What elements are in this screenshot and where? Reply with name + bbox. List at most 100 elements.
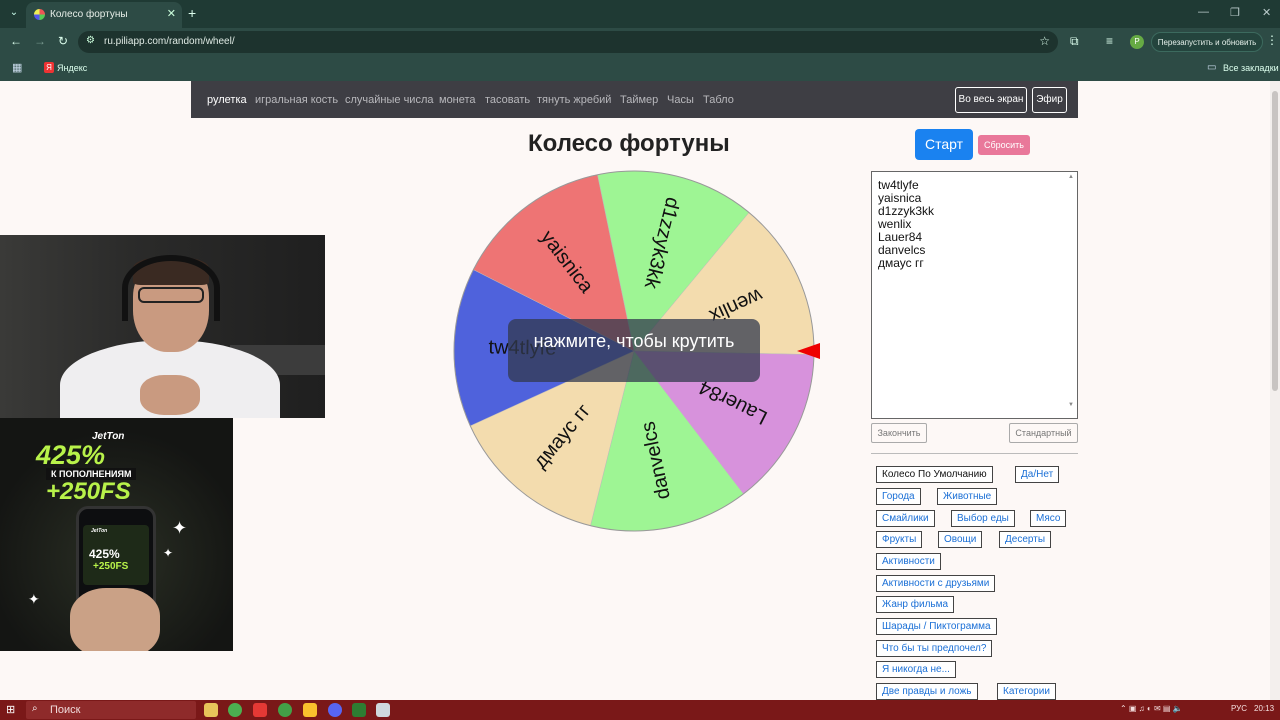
scroll-up-icon[interactable]: ▲ [1068, 174, 1074, 180]
profile-avatar[interactable]: P [1130, 35, 1144, 49]
preset-desserts[interactable]: Десерты [999, 531, 1052, 548]
app-icon[interactable] [253, 703, 267, 717]
tab-search-menu-icon[interactable]: ⌄ [6, 5, 22, 21]
language-indicator[interactable]: РУС [1231, 704, 1247, 713]
fullscreen-button[interactable]: Во весь экран [955, 87, 1027, 113]
preset-activities[interactable]: Активности [876, 553, 941, 570]
ad-banner: JetTon 425% К ПОПОЛНЕНИЯМ +250FS ✦ ✦ ✦ J… [0, 418, 233, 651]
standard-button[interactable]: Стандартный [1009, 423, 1078, 443]
scroll-down-icon[interactable]: ▼ [1068, 402, 1074, 408]
app-icon[interactable] [303, 703, 317, 717]
webcam-overlay [0, 235, 325, 418]
preset-vegetables[interactable]: Овощи [938, 531, 983, 548]
url-text[interactable]: ru.piliapp.com/random/wheel/ [104, 36, 235, 47]
ad-bonus: +250FS [46, 478, 131, 505]
all-bookmarks[interactable]: Все закладки [1223, 63, 1279, 73]
preset-categories[interactable]: Категории [997, 683, 1056, 700]
nav-link-dice[interactable]: игральная кость [255, 94, 338, 106]
live-button[interactable]: Эфир [1032, 87, 1067, 113]
nav-link-random-numbers[interactable]: случайные числа [345, 94, 433, 106]
search-icon: ⌕ [32, 703, 38, 714]
preset-activities-friends[interactable]: Активности с друзьями [876, 575, 996, 592]
taskbar: ⊞ ⌕ Поиск ⌃ ▣ ♫ ◐ ✉ ▤ 🔈 РУС 20:13 [0, 700, 1280, 720]
browser-menu-icon[interactable]: ⋮ [1266, 33, 1278, 47]
names-textarea[interactable]: tw4tlyfe yaisnica d1zzyk3kk wenlix Lauer… [871, 171, 1078, 419]
preset-default-wheel[interactable]: Колесо По Умолчанию [876, 466, 993, 483]
tab-close-icon[interactable]: ✕ [167, 7, 176, 20]
app-icon[interactable] [352, 703, 366, 717]
app-icon[interactable] [376, 703, 390, 717]
nav-link-roulette[interactable]: рулетка [207, 94, 247, 106]
extensions-icon[interactable]: ⧉ [1070, 34, 1079, 49]
back-icon[interactable]: ← [10, 34, 22, 48]
names-text[interactable]: tw4tlyfe yaisnica d1zzyk3kk wenlix Lauer… [878, 179, 934, 270]
nav-link-draw-lots[interactable]: тянуть жребий [537, 94, 611, 106]
forward-icon[interactable]: → [34, 34, 46, 48]
preset-yes-no[interactable]: Да/Нет [1015, 466, 1060, 483]
nav-link-clock[interactable]: Часы [667, 94, 694, 106]
reset-button[interactable]: Сбросить [978, 135, 1030, 155]
sparkle-icon: ✦ [163, 546, 174, 560]
reading-list-icon[interactable]: ≡ [1106, 34, 1113, 48]
reload-icon[interactable]: ↻ [58, 34, 68, 48]
ad-headline: 425% [36, 440, 106, 470]
tray-icons[interactable]: ⌃ ▣ ♫ ◐ ✉ ▤ 🔈 [1120, 704, 1183, 713]
apps-grid-icon[interactable]: ▦ [12, 61, 22, 74]
scrollbar-thumb[interactable] [1272, 91, 1278, 391]
browser-tabbar: ⌄ Колесо фортуны ✕ + — ❐ ✕ [0, 0, 1280, 28]
preset-meat[interactable]: Мясо [1030, 510, 1067, 527]
new-tab-icon[interactable]: + [188, 5, 196, 21]
tab-title: Колесо фортуны [50, 9, 128, 20]
nav-link-scoreboard[interactable]: Табло [703, 94, 734, 106]
taskbar-clock[interactable]: 20:13 [1254, 704, 1274, 713]
preset-two-truths[interactable]: Две правды и ложь [876, 683, 978, 700]
restore-icon[interactable]: ❐ [1230, 6, 1240, 19]
preset-movie-genre[interactable]: Жанр фильма [876, 596, 955, 613]
restart-update-button[interactable]: Перезапустить и обновить [1151, 32, 1263, 52]
page-scrollbar[interactable] [1270, 81, 1280, 700]
preset-charades[interactable]: Шарады / Пиктограмма [876, 618, 997, 635]
browser-tab[interactable]: Колесо фортуны ✕ [26, 2, 182, 28]
taskbar-search[interactable]: ⌕ Поиск [26, 701, 196, 719]
window-close-icon[interactable]: ✕ [1262, 6, 1271, 19]
favicon-icon [34, 9, 45, 20]
discord-icon[interactable] [328, 703, 342, 717]
wheel-pointer-icon [797, 343, 820, 359]
preset-emoji[interactable]: Смайлики [876, 510, 935, 527]
yandex-icon: Я [44, 62, 54, 73]
chrome-icon[interactable] [228, 703, 242, 717]
preset-fruits[interactable]: Фрукты [876, 531, 923, 548]
browser-toolbar: ← → ↻ ⚙ ru.piliapp.com/random/wheel/ ☆ ⧉… [0, 28, 1280, 56]
address-bar[interactable]: ⚙ ru.piliapp.com/random/wheel/ ☆ [78, 31, 1058, 53]
ad-phone-bonus: +250FS [93, 561, 129, 572]
chrome-active-icon[interactable] [278, 703, 292, 717]
divider [871, 453, 1078, 454]
start-button[interactable]: Старт [915, 129, 973, 160]
preset-cities[interactable]: Города [876, 488, 921, 505]
page-title: Колесо фортуны [528, 130, 730, 157]
sparkle-icon: ✦ [28, 591, 40, 607]
bookmarks-bar: ▦ Я Яндекс ▭ Все закладки [0, 56, 1280, 81]
preset-food-choice[interactable]: Выбор еды [951, 510, 1015, 527]
site-info-icon[interactable]: ⚙ [86, 35, 95, 46]
sparkle-icon: ✦ [172, 518, 188, 538]
windows-start-icon[interactable]: ⊞ [6, 703, 15, 716]
nav-link-timer[interactable]: Таймер [620, 94, 658, 106]
nav-link-coin[interactable]: монета [439, 94, 476, 106]
file-explorer-icon[interactable] [204, 703, 218, 717]
ad-phone-screen: JetTon 425% +250FS [83, 525, 149, 585]
minimize-icon[interactable]: — [1198, 6, 1209, 18]
site-nav: рулетка игральная кость случайные числа … [191, 81, 1078, 118]
preset-never-have-i-ever[interactable]: Я никогда не... [876, 661, 956, 678]
finish-button[interactable]: Закончить [871, 423, 927, 443]
spin-overlay[interactable]: нажмите, чтобы крутить [508, 319, 760, 382]
ad-hand [70, 588, 160, 651]
bookmark-star-icon[interactable]: ☆ [1039, 34, 1050, 48]
ad-phone-logo: JetTon [91, 528, 108, 534]
preset-would-you-rather[interactable]: Что бы ты предпочел? [876, 640, 993, 657]
bookmark-yandex[interactable]: Яндекс [57, 63, 87, 73]
glasses-icon [138, 287, 204, 303]
preset-animals[interactable]: Животные [937, 488, 998, 505]
ad-phone-headline: 425% [89, 547, 120, 561]
nav-link-shuffle[interactable]: тасовать [485, 94, 530, 106]
